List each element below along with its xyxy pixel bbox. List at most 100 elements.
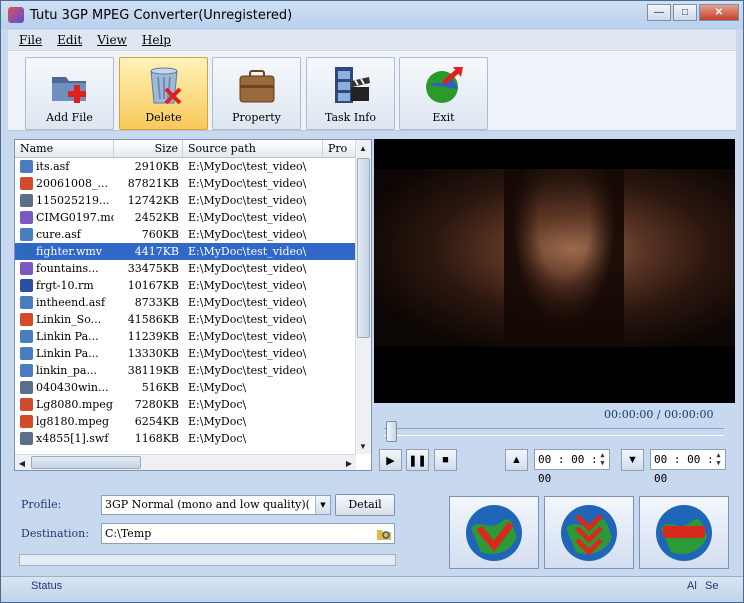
file-row[interactable]: fighter.wmv 4417KB E:\MyDoc\test_video\ xyxy=(15,243,356,260)
profile-select[interactable]: 3GP Normal (mono and low quality)( ▼ xyxy=(101,495,331,515)
scroll-left-arrow-icon[interactable]: ◀ xyxy=(15,455,29,471)
destination-field[interactable]: C:\Temp xyxy=(101,523,395,544)
hscroll-thumb[interactable] xyxy=(31,456,141,469)
file-list-vscrollbar[interactable]: ▲ ▼ xyxy=(355,140,371,454)
convert-all-button[interactable] xyxy=(544,496,634,569)
column-header-size[interactable]: Size xyxy=(114,140,183,157)
file-source-path: E:\MyDoc\ xyxy=(188,381,247,394)
maximize-button[interactable]: □ xyxy=(673,4,697,21)
minimize-button[interactable]: — xyxy=(647,4,671,21)
file-source-path: E:\MyDoc\test_video\ xyxy=(188,313,307,326)
file-list-header: Name Size Source path Pro xyxy=(15,140,356,158)
file-size: 87821KB xyxy=(127,177,179,190)
file-row[interactable]: Linkin Pa... 13330KB E:\MyDoc\test_video\ xyxy=(15,345,356,362)
delete-label: Delete xyxy=(145,111,182,124)
status-bar: Status Al Se xyxy=(1,576,743,602)
play-button[interactable]: ▶ xyxy=(379,449,402,471)
menu-edit[interactable]: Edit xyxy=(57,33,82,47)
file-name: frgt-10.rm xyxy=(36,279,94,292)
column-header-name[interactable]: Name xyxy=(15,140,114,157)
scroll-up-arrow-icon[interactable]: ▲ xyxy=(356,140,370,156)
file-source-path: E:\MyDoc\test_video\ xyxy=(188,211,307,224)
file-source-path: E:\MyDoc\test_video\ xyxy=(188,296,307,309)
media-file-icon xyxy=(20,177,33,190)
wmv-file-icon xyxy=(20,245,33,258)
file-row[interactable]: its.asf 2910KB E:\MyDoc\test_video\ xyxy=(15,158,356,175)
file-row[interactable]: lg8180.mpeg 6254KB E:\MyDoc\ xyxy=(15,413,356,430)
scroll-right-arrow-icon[interactable]: ▶ xyxy=(342,455,356,471)
close-button[interactable]: ✕ xyxy=(699,4,739,21)
file-row[interactable]: 115025219... 12742KB E:\MyDoc\test_video\ xyxy=(15,192,356,209)
file-list-hscrollbar[interactable]: ◀ ▶ xyxy=(15,454,356,470)
file-name: cure.asf xyxy=(36,228,81,241)
video-frame xyxy=(374,169,735,347)
end-time-field[interactable]: 00 : 00 : 00 ▲ ▼ xyxy=(650,449,726,485)
asf-file-icon xyxy=(20,228,33,241)
file-row[interactable]: CIMG0197.mov 2452KB E:\MyDoc\test_video\ xyxy=(15,209,356,226)
file-row[interactable]: x4855[1].swf 1168KB E:\MyDoc\ xyxy=(15,430,356,447)
menu-view[interactable]: View xyxy=(97,33,127,47)
stop-icon: ■ xyxy=(442,454,449,466)
set-end-button[interactable]: ▼ xyxy=(621,449,644,471)
seek-track[interactable] xyxy=(384,428,724,436)
file-size: 11239KB xyxy=(127,330,179,343)
file-size: 7280KB xyxy=(134,398,179,411)
file-name: fountains... xyxy=(36,262,99,275)
end-time-spinner-icon[interactable]: ▲ ▼ xyxy=(713,451,724,468)
stop-button[interactable]: ■ xyxy=(434,449,457,471)
seek-slider-knob[interactable] xyxy=(386,421,397,442)
status-se: Se xyxy=(705,580,719,592)
file-size: 516KB xyxy=(141,381,179,394)
file-row[interactable]: fountains... 33475KB E:\MyDoc\test_video\ xyxy=(15,260,356,277)
film-strip-icon xyxy=(334,67,370,103)
convert-globe-icon xyxy=(466,504,522,561)
pause-icon: ❚❚ xyxy=(408,454,427,467)
file-row[interactable]: Linkin_So... 41586KB E:\MyDoc\test_video\ xyxy=(15,311,356,328)
menu-help[interactable]: Help xyxy=(142,33,171,47)
chevron-down-icon[interactable]: ▼ xyxy=(315,496,330,514)
property-button[interactable]: Property xyxy=(212,57,301,130)
browse-folder-icon[interactable] xyxy=(376,526,392,541)
delete-button[interactable]: Delete xyxy=(119,57,208,130)
add-file-icon xyxy=(51,77,86,103)
file-row[interactable]: 040430win... 516KB E:\MyDoc\ xyxy=(15,379,356,396)
file-size: 4417KB xyxy=(134,245,179,258)
start-time-field[interactable]: 00 : 00 : 00 ▲ ▼ xyxy=(534,449,610,485)
set-start-button[interactable]: ▲ xyxy=(505,449,528,471)
file-name: lg8180.mpeg xyxy=(36,415,110,428)
file-row[interactable]: 20061008_... 87821KB E:\MyDoc\test_video\ xyxy=(15,175,356,192)
asf-file-icon xyxy=(20,330,33,343)
file-row[interactable]: frgt-10.rm 10167KB E:\MyDoc\test_video\ xyxy=(15,277,356,294)
file-row[interactable]: Linkin Pa... 11239KB E:\MyDoc\test_video\ xyxy=(15,328,356,345)
video-preview xyxy=(374,139,735,403)
scroll-down-arrow-icon[interactable]: ▼ xyxy=(356,438,370,454)
detail-button[interactable]: Detail xyxy=(335,494,395,516)
convert-button[interactable] xyxy=(449,496,539,569)
start-time-spinner-icon[interactable]: ▲ ▼ xyxy=(597,451,608,468)
pause-button[interactable]: ❚❚ xyxy=(406,449,429,471)
stop-convert-button[interactable] xyxy=(639,496,729,569)
column-header-source-path[interactable]: Source path xyxy=(183,140,323,157)
file-row[interactable]: cure.asf 760KB E:\MyDoc\test_video\ xyxy=(15,226,356,243)
add-file-button[interactable]: Add File xyxy=(25,57,114,130)
file-name: Linkin_So... xyxy=(36,313,102,326)
file-row[interactable]: intheend.asf 8733KB E:\MyDoc\test_video\ xyxy=(15,294,356,311)
file-source-path: E:\MyDoc\test_video\ xyxy=(188,330,307,343)
file-name: linkin_pa... xyxy=(36,364,97,377)
file-row[interactable]: linkin_pa... 38119KB E:\MyDoc\test_video\ xyxy=(15,362,356,379)
asf-file-icon xyxy=(20,296,33,309)
task-info-button[interactable]: Task Info xyxy=(306,57,395,130)
file-row[interactable]: Lg8080.mpeg 7280KB E:\MyDoc\ xyxy=(15,396,356,413)
stop-globe-icon xyxy=(656,504,712,561)
menu-file[interactable]: File xyxy=(19,33,42,47)
column-header-progress[interactable]: Pro xyxy=(323,140,356,157)
title-bar: Tutu 3GP MPEG Converter(Unregistered) — … xyxy=(1,1,743,29)
destination-value: C:\Temp xyxy=(105,527,152,540)
file-size: 12742KB xyxy=(127,194,179,207)
exit-button[interactable]: Exit xyxy=(399,57,488,130)
profile-value: 3GP Normal (mono and low quality)( xyxy=(105,498,310,511)
vscroll-thumb[interactable] xyxy=(357,158,370,338)
file-list[interactable]: Name Size Source path Pro its.asf 2910KB E… xyxy=(14,139,372,471)
file-size: 38119KB xyxy=(127,364,179,377)
file-size: 2452KB xyxy=(134,211,179,224)
